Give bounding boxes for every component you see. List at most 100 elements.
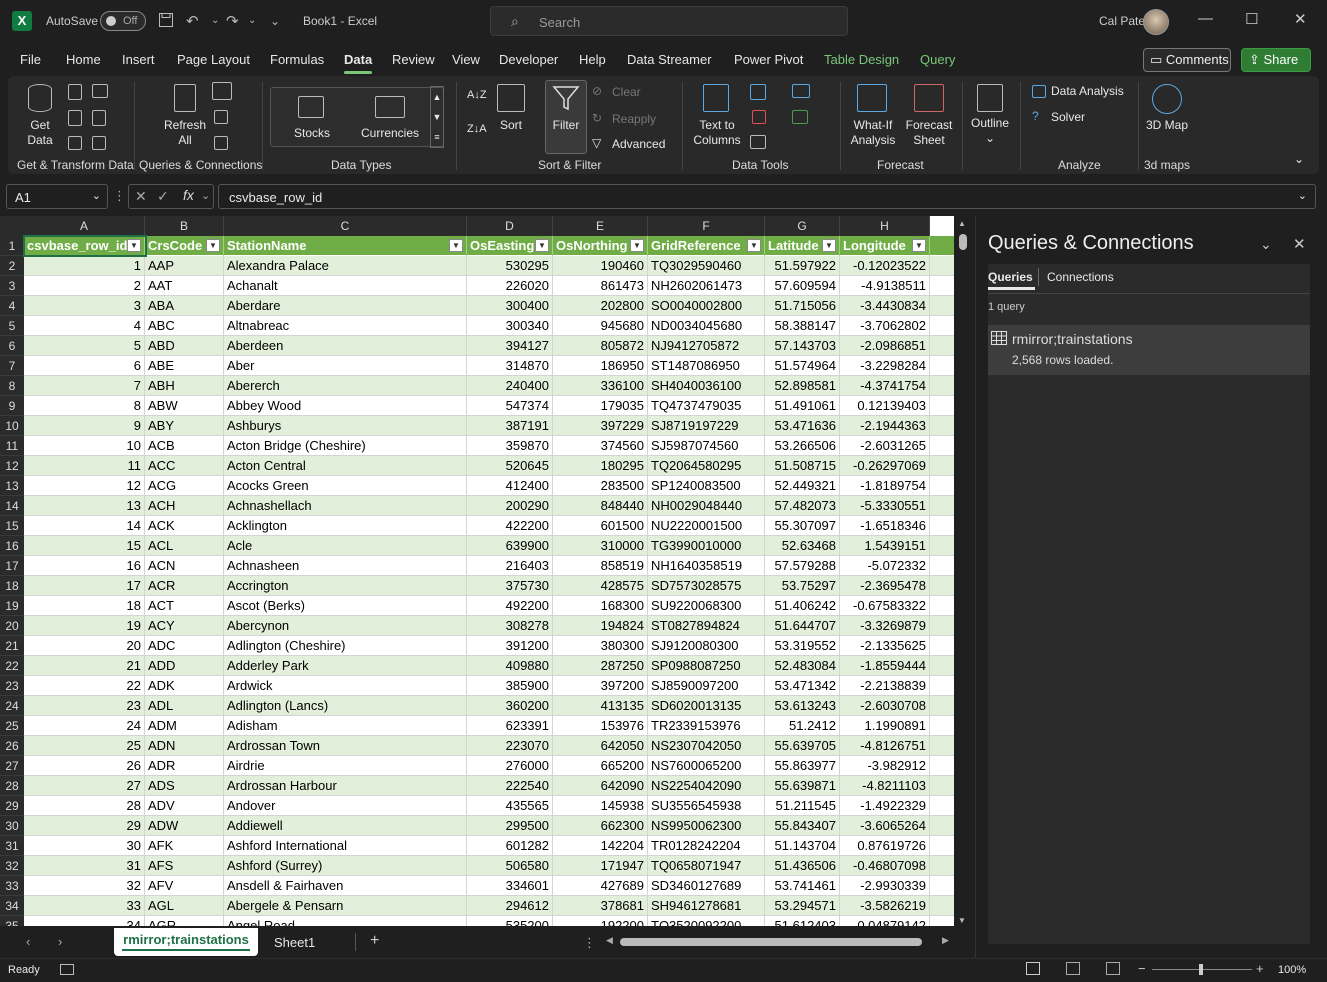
cell[interactable]: -0.26297069 [840, 456, 930, 476]
from-text-icon[interactable] [68, 84, 82, 100]
cell[interactable]: 53.471342 [765, 676, 840, 696]
cell[interactable]: 53.471636 [765, 416, 840, 436]
cell[interactable]: Abererch [224, 376, 467, 396]
cell[interactable]: ADC [145, 636, 224, 656]
cell[interactable]: 27 [24, 776, 145, 796]
cell[interactable]: 435565 [467, 796, 553, 816]
cell[interactable]: 168300 [553, 596, 648, 616]
row-header[interactable]: 7 [0, 356, 24, 376]
cell[interactable]: Angel Road [224, 916, 467, 926]
cell[interactable]: Acklington [224, 516, 467, 536]
cell[interactable]: Achnashellach [224, 496, 467, 516]
cell[interactable]: NU2220001500 [648, 516, 765, 536]
data-types-scroll-icon[interactable]: ▲ ▼ ≡ [430, 86, 444, 148]
row-header[interactable]: 3 [0, 276, 24, 296]
cell[interactable]: 186950 [553, 356, 648, 376]
column-header-a[interactable]: A [24, 216, 145, 236]
cell[interactable]: 200290 [467, 496, 553, 516]
tab-developer[interactable]: Developer [499, 52, 558, 67]
cell[interactable]: NS9950062300 [648, 816, 765, 836]
filter-dropdown-icon[interactable]: ▼ [535, 239, 549, 252]
header-cell[interactable]: Longitude ▼ [840, 236, 930, 256]
cell[interactable]: 51.715056 [765, 296, 840, 316]
cell[interactable]: 53.266506 [765, 436, 840, 456]
cell[interactable]: AGL [145, 896, 224, 916]
cell[interactable]: -1.6518346 [840, 516, 930, 536]
cell[interactable]: -3.2298284 [840, 356, 930, 376]
cell[interactable]: ABE [145, 356, 224, 376]
cell[interactable]: Abercynon [224, 616, 467, 636]
cell[interactable]: 520645 [467, 456, 553, 476]
cell[interactable]: ACK [145, 516, 224, 536]
cell[interactable]: 547374 [467, 396, 553, 416]
cell[interactable]: ABA [145, 296, 224, 316]
tab-help[interactable]: Help [579, 52, 606, 67]
cell[interactable]: 142204 [553, 836, 648, 856]
cell[interactable]: SH9461278681 [648, 896, 765, 916]
cell[interactable]: -0.46807098 [840, 856, 930, 876]
cell[interactable]: Addiewell [224, 816, 467, 836]
from-table-icon[interactable] [68, 110, 82, 126]
cell[interactable]: 391200 [467, 636, 553, 656]
cell[interactable]: 2 [24, 276, 145, 296]
sort-z-a-icon[interactable]: Z↓A [467, 122, 487, 137]
cell[interactable]: 34 [24, 916, 145, 926]
prev-sheet-icon[interactable]: ‹ [26, 934, 30, 949]
header-cell[interactable]: OsEasting ▼ [467, 236, 553, 256]
cell[interactable]: ACL [145, 536, 224, 556]
cell[interactable]: 287250 [553, 656, 648, 676]
header-cell[interactable]: Latitude ▼ [765, 236, 840, 256]
cell[interactable]: 23 [24, 696, 145, 716]
cell[interactable]: Acton Bridge (Cheshire) [224, 436, 467, 456]
cell[interactable]: 4 [24, 316, 145, 336]
undo-dropdown-icon[interactable]: ⌄ [211, 15, 219, 26]
zoom-out-icon[interactable]: − [1138, 961, 1146, 976]
text-to-columns-button[interactable]: Text to Columns [690, 118, 744, 148]
cell[interactable]: Acle [224, 536, 467, 556]
header-cell[interactable]: OsNorthing ▼ [553, 236, 648, 256]
row-header[interactable]: 32 [0, 856, 24, 876]
manage-data-model-icon[interactable] [792, 110, 808, 124]
cell[interactable]: 12 [24, 476, 145, 496]
cell[interactable]: 53.294571 [765, 896, 840, 916]
cell[interactable]: 0.12139403 [840, 396, 930, 416]
column-header-f[interactable]: F [648, 216, 765, 236]
next-sheet-icon[interactable]: › [58, 934, 62, 949]
recent-sources-icon[interactable] [92, 110, 106, 126]
edit-links-icon[interactable] [214, 136, 228, 150]
column-header-h[interactable]: H [840, 216, 930, 236]
cell[interactable]: 31 [24, 856, 145, 876]
cell[interactable]: 222540 [467, 776, 553, 796]
cell[interactable]: AFV [145, 876, 224, 896]
cell[interactable]: 51.491061 [765, 396, 840, 416]
row-header[interactable]: 20 [0, 616, 24, 636]
tab-data[interactable]: Data [344, 52, 373, 74]
cell[interactable]: NS2254042090 [648, 776, 765, 796]
cell[interactable]: 51.2412 [765, 716, 840, 736]
cell[interactable]: 848440 [553, 496, 648, 516]
row-header[interactable]: 24 [0, 696, 24, 716]
cell[interactable]: 428575 [553, 576, 648, 596]
pane-options-icon[interactable]: ⌄ [1260, 236, 1272, 253]
cell[interactable]: Ardrossan Town [224, 736, 467, 756]
cell[interactable]: -5.072332 [840, 556, 930, 576]
cell[interactable]: 601282 [467, 836, 553, 856]
cell[interactable]: -0.04879142 [840, 916, 930, 926]
cell[interactable]: TQ0658071947 [648, 856, 765, 876]
tab-page-layout[interactable]: Page Layout [177, 52, 250, 67]
row-header[interactable]: 6 [0, 336, 24, 356]
cell[interactable]: Ascot (Berks) [224, 596, 467, 616]
row-header[interactable]: 28 [0, 776, 24, 796]
row-header[interactable]: 34 [0, 896, 24, 916]
cell[interactable]: 530295 [467, 256, 553, 276]
header-cell[interactable]: CrsCode ▼ [145, 236, 224, 256]
cell[interactable]: ADK [145, 676, 224, 696]
cell[interactable]: 53.319552 [765, 636, 840, 656]
cell[interactable]: 51.612403 [765, 916, 840, 926]
cell[interactable]: 8 [24, 396, 145, 416]
cell[interactable]: SD3460127689 [648, 876, 765, 896]
cell[interactable]: -0.12023522 [840, 256, 930, 276]
cell[interactable]: TQ3520092200 [648, 916, 765, 926]
worksheet-grid[interactable]: A B C D E F G H 1 csvbase_row_id ▼ CrsCode ▼ StationN… [0, 216, 954, 926]
cell[interactable]: 153976 [553, 716, 648, 736]
